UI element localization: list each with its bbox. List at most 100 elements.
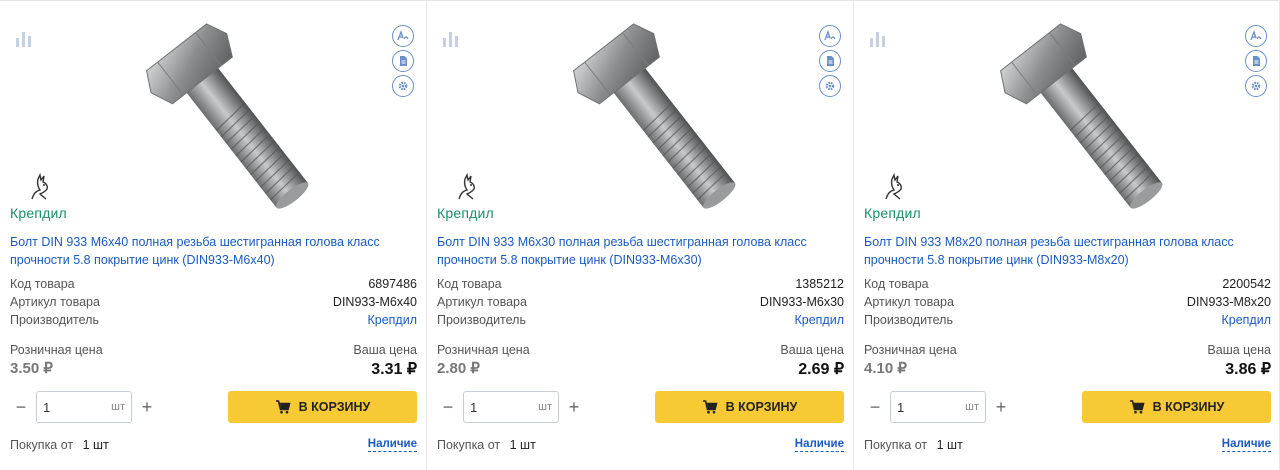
maker-label: Производитель [437, 313, 526, 327]
qty-plus-button[interactable]: + [563, 391, 585, 423]
product-card: Крепдил Болт DIN 933 М6х40 полная резьба… [0, 1, 427, 470]
compare-icon[interactable] [15, 31, 33, 47]
retail-price-label: Розничная цена [864, 343, 957, 357]
compare-icon[interactable] [442, 31, 460, 47]
side-actions [819, 25, 841, 97]
article-value: DIN933-M8x20 [1186, 295, 1271, 309]
spec-article-row: Артикул товара DIN933-M8x20 [864, 293, 1271, 311]
card-footer: Покупка от 1 шт Наличие [10, 438, 417, 452]
qty-unit: шт [538, 401, 552, 413]
analog-icon[interactable] [1245, 25, 1267, 47]
code-value: 2200542 [1222, 277, 1271, 291]
min-order-label: Покупка от [437, 438, 501, 452]
qty-plus-button[interactable]: + [136, 391, 158, 423]
side-actions [1245, 25, 1267, 97]
gear-icon[interactable] [819, 75, 841, 97]
cart-icon [702, 400, 718, 414]
add-to-cart-button[interactable]: В КОРЗИНУ [228, 391, 417, 423]
min-order-label: Покупка от [10, 438, 74, 452]
product-title-link[interactable]: Болт DIN 933 М6х40 полная резьба шестигр… [10, 233, 410, 269]
brand-logo: Крепдил [864, 171, 944, 221]
code-label: Код товара [10, 277, 75, 291]
maker-link[interactable]: Крепдил [367, 311, 417, 329]
qty-box: шт [36, 391, 132, 423]
product-specs: Код товара 1385212 Артикул товара DIN933… [437, 275, 844, 329]
your-price-label: Ваша цена [353, 343, 417, 357]
add-to-cart-button[interactable]: В КОРЗИНУ [655, 391, 844, 423]
product-image[interactable] [110, 11, 340, 211]
qty-minus-button[interactable]: − [437, 391, 459, 423]
gear-icon[interactable] [1245, 75, 1267, 97]
product-title-link[interactable]: Болт DIN 933 М8х20 полная резьба шестигр… [864, 233, 1264, 269]
stock-link[interactable]: Наличие [1221, 438, 1271, 452]
cart-icon [275, 400, 291, 414]
spec-article-row: Артикул товара DIN933-M6x40 [10, 293, 417, 311]
cart-button-label: В КОРЗИНУ [1152, 400, 1225, 414]
your-price: 3.31 ₽ [371, 361, 417, 378]
article-value: DIN933-M6x30 [759, 295, 844, 309]
price-labels: Розничная цена Ваша цена [864, 343, 1271, 357]
min-order-value: 1 шт [509, 438, 536, 452]
retail-price-label: Розничная цена [10, 343, 103, 357]
price-values: 2.80 ₽ 2.69 ₽ [437, 359, 844, 379]
min-order-value: 1 шт [82, 438, 109, 452]
card-footer: Покупка от 1 шт Наличие [864, 438, 1271, 452]
document-icon[interactable] [819, 50, 841, 72]
document-icon[interactable] [392, 50, 414, 72]
spec-maker-row: Производитель Крепдил [437, 311, 844, 329]
gear-icon[interactable] [392, 75, 414, 97]
article-label: Артикул товара [864, 295, 954, 309]
maker-link[interactable]: Крепдил [794, 311, 844, 329]
analog-icon[interactable] [392, 25, 414, 47]
article-value: DIN933-M6x40 [332, 295, 417, 309]
price-labels: Розничная цена Ваша цена [437, 343, 844, 357]
product-specs: Код товара 2200542 Артикул товара DIN933… [864, 275, 1271, 329]
product-image[interactable] [964, 11, 1194, 211]
spec-maker-row: Производитель Крепдил [10, 311, 417, 329]
qty-box: шт [890, 391, 986, 423]
brand-name: Крепдил [437, 205, 494, 221]
rabbit-logo-icon [458, 173, 475, 200]
product-title-link[interactable]: Болт DIN 933 М6х30 полная резьба шестигр… [437, 233, 837, 269]
brand-logo: Крепдил [10, 171, 90, 221]
add-to-cart-button[interactable]: В КОРЗИНУ [1082, 391, 1271, 423]
article-label: Артикул товара [10, 295, 100, 309]
compare-icon[interactable] [869, 31, 887, 47]
qty-minus-button[interactable]: − [864, 391, 886, 423]
price-values: 3.50 ₽ 3.31 ₽ [10, 359, 417, 379]
quantity-input[interactable] [897, 399, 947, 415]
quantity-stepper: − шт + [864, 391, 1012, 423]
spec-code-row: Код товара 6897486 [10, 275, 417, 293]
your-price-label: Ваша цена [1207, 343, 1271, 357]
qty-plus-button[interactable]: + [990, 391, 1012, 423]
your-price: 3.86 ₽ [1225, 361, 1271, 378]
maker-link[interactable]: Крепдил [1221, 311, 1271, 329]
your-price-label: Ваша цена [780, 343, 844, 357]
quantity-stepper: − шт + [437, 391, 585, 423]
article-label: Артикул товара [437, 295, 527, 309]
product-image[interactable] [537, 11, 767, 211]
cart-button-label: В КОРЗИНУ [725, 400, 798, 414]
retail-price: 2.80 ₽ [437, 360, 480, 377]
brand-name: Крепдил [864, 205, 921, 221]
qty-minus-button[interactable]: − [10, 391, 32, 423]
maker-label: Производитель [864, 313, 953, 327]
spec-article-row: Артикул товара DIN933-M6x30 [437, 293, 844, 311]
spec-code-row: Код товара 1385212 [437, 275, 844, 293]
code-label: Код товара [864, 277, 929, 291]
code-value: 6897486 [368, 277, 417, 291]
product-specs: Код товара 6897486 Артикул товара DIN933… [10, 275, 417, 329]
min-order-label: Покупка от [864, 438, 928, 452]
side-actions [392, 25, 414, 97]
retail-price: 4.10 ₽ [864, 360, 907, 377]
stock-link[interactable]: Наличие [794, 438, 844, 452]
quantity-stepper: − шт + [10, 391, 158, 423]
document-icon[interactable] [1245, 50, 1267, 72]
retail-price: 3.50 ₽ [10, 360, 53, 377]
analog-icon[interactable] [819, 25, 841, 47]
quantity-input[interactable] [43, 399, 93, 415]
quantity-input[interactable] [470, 399, 520, 415]
stock-link[interactable]: Наличие [367, 438, 417, 452]
qty-box: шт [463, 391, 559, 423]
cart-button-label: В КОРЗИНУ [298, 400, 371, 414]
